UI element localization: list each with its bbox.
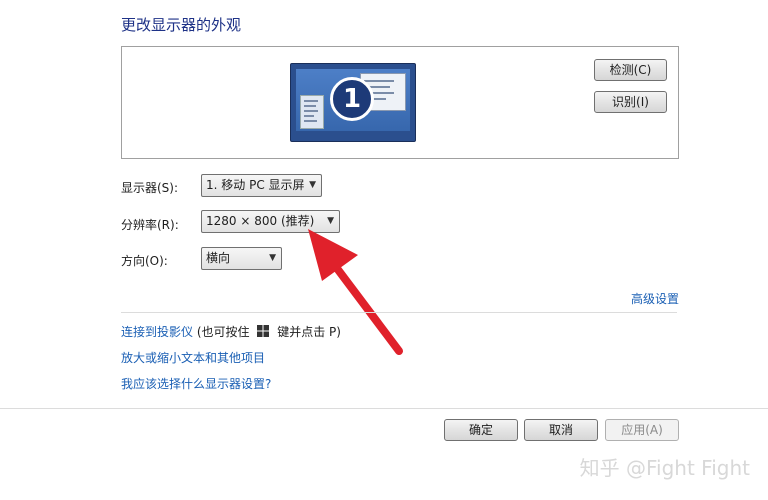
windows-logo-icon [257,325,270,337]
advanced-settings-link[interactable]: 高级设置 [631,290,679,307]
resolution-label: 分辨率(R): [121,218,179,232]
monitor-number-badge: 1 [330,77,374,121]
text-size-link[interactable]: 放大或缩小文本和其他项目 [121,349,265,366]
orientation-label: 方向(O): [121,254,168,268]
apply-button[interactable]: 应用(A) [605,419,679,441]
orientation-select-value: 横向 [206,251,231,265]
display-label: 显示器(S): [121,181,179,195]
cancel-button[interactable]: 取消 [524,419,598,441]
projector-hint-end: 键并点击 P) [277,325,341,339]
display-preview: 1 检测(C) 识别(I) [121,46,679,159]
identify-button[interactable]: 识别(I) [594,91,667,113]
resolution-select-value: 1280 × 800 (推荐) [206,214,315,228]
desktop-window-icon [300,95,324,129]
dialog-title: 更改显示器的外观 [121,16,242,34]
divider [121,312,677,313]
projector-row: 连接到投影仪 (也可按住 键并点击 P) [121,323,341,340]
ok-button[interactable]: 确定 [444,419,518,441]
display-help-link[interactable]: 我应该选择什么显示器设置? [121,375,271,392]
chevron-down-icon: ▼ [309,180,316,190]
display-select[interactable]: 1. 移动 PC 显示屏 ▼ [201,174,322,197]
footer-divider [0,408,768,409]
projector-hint-start: (也可按住 [196,325,250,339]
display-select-value: 1. 移动 PC 显示屏 [206,178,305,192]
detect-button[interactable]: 检测(C) [594,59,667,81]
monitor-1[interactable]: 1 [290,63,416,142]
watermark: 知乎 @Fight Fight [579,456,750,480]
chevron-down-icon: ▼ [269,253,276,263]
monitor-screen: 1 [296,69,410,131]
connect-projector-link[interactable]: 连接到投影仪 [121,325,193,339]
orientation-select[interactable]: 横向 ▼ [201,247,282,270]
